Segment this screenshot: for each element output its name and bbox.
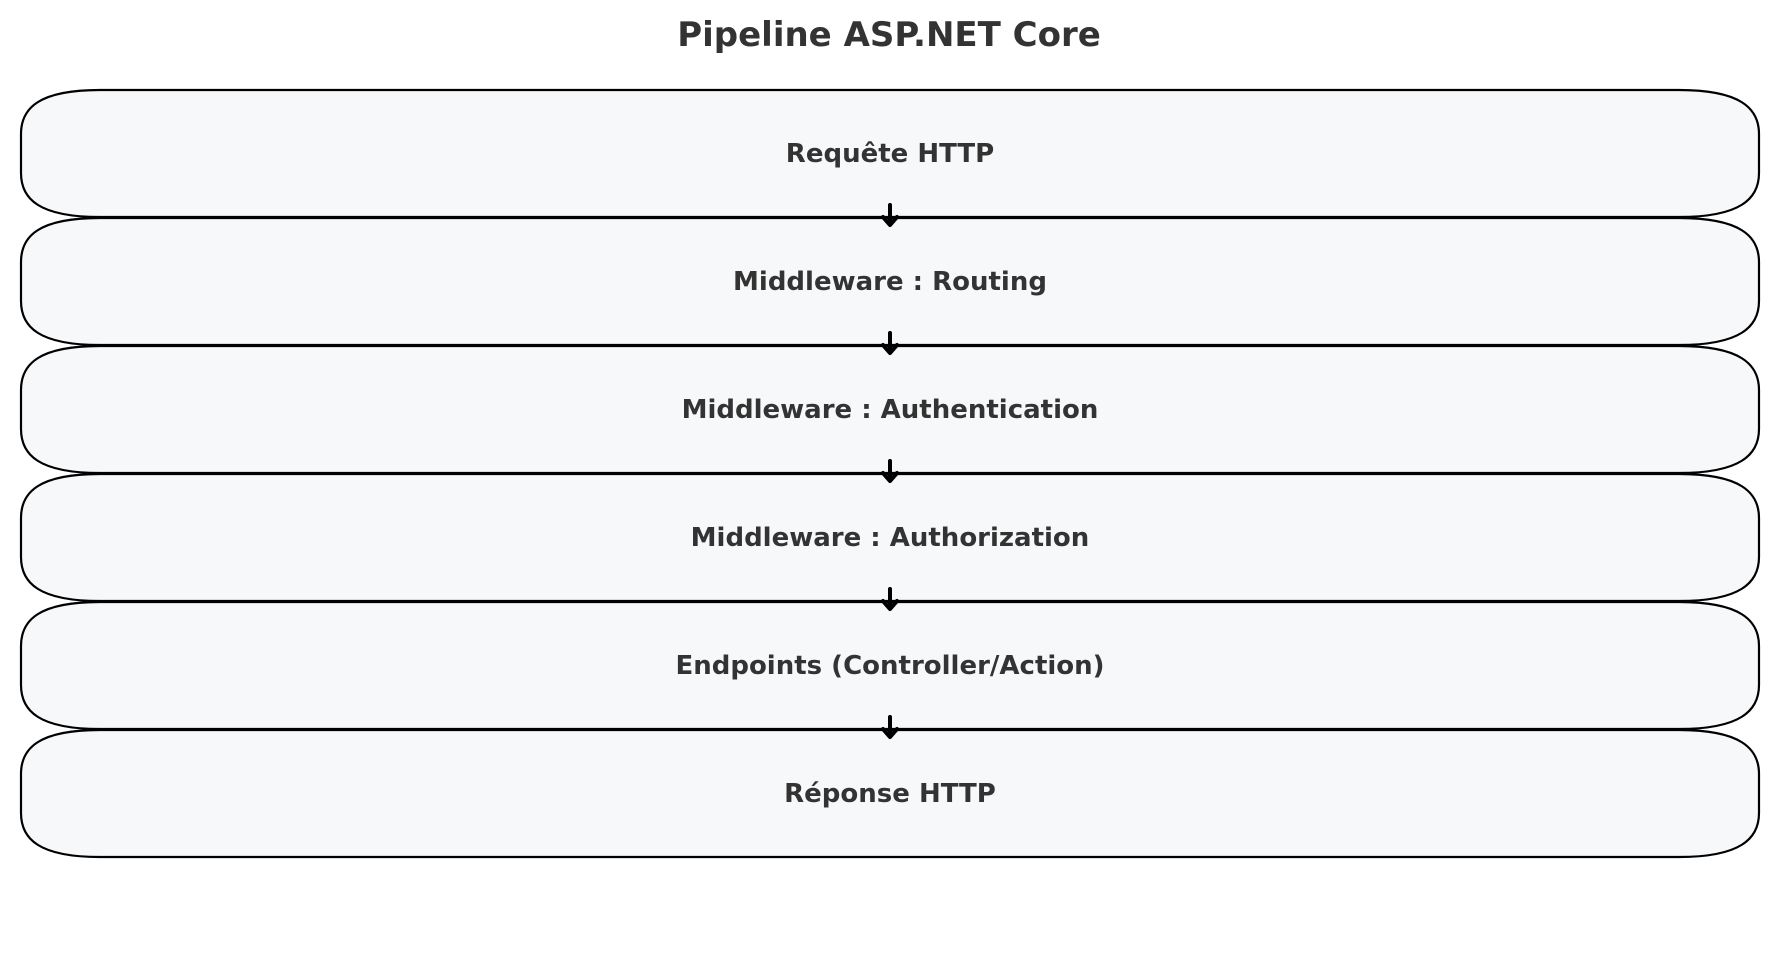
- pipeline-step-routing: Middleware : Routing: [19, 216, 1761, 347]
- step-label-response: Réponse HTTP: [784, 779, 996, 809]
- pipeline-step-authentication: Middleware : Authentication: [19, 344, 1761, 475]
- pipeline-step-request: Requête HTTP: [19, 88, 1761, 219]
- pipeline-step-response: Réponse HTTP: [19, 728, 1761, 859]
- pipeline-step-endpoints: Endpoints (Controller/Action): [19, 600, 1761, 731]
- step-label-authorization: Middleware : Authorization: [691, 523, 1090, 553]
- step-label-authentication: Middleware : Authentication: [682, 395, 1099, 425]
- pipeline-diagram: Pipeline ASP.NET Core Requête HTTP Middl…: [19, 15, 1761, 859]
- pipeline-step-authorization: Middleware : Authorization: [19, 472, 1761, 603]
- diagram-title: Pipeline ASP.NET Core: [677, 15, 1101, 55]
- step-label-endpoints: Endpoints (Controller/Action): [675, 651, 1104, 681]
- step-label-request: Requête HTTP: [786, 139, 994, 169]
- step-label-routing: Middleware : Routing: [733, 267, 1047, 297]
